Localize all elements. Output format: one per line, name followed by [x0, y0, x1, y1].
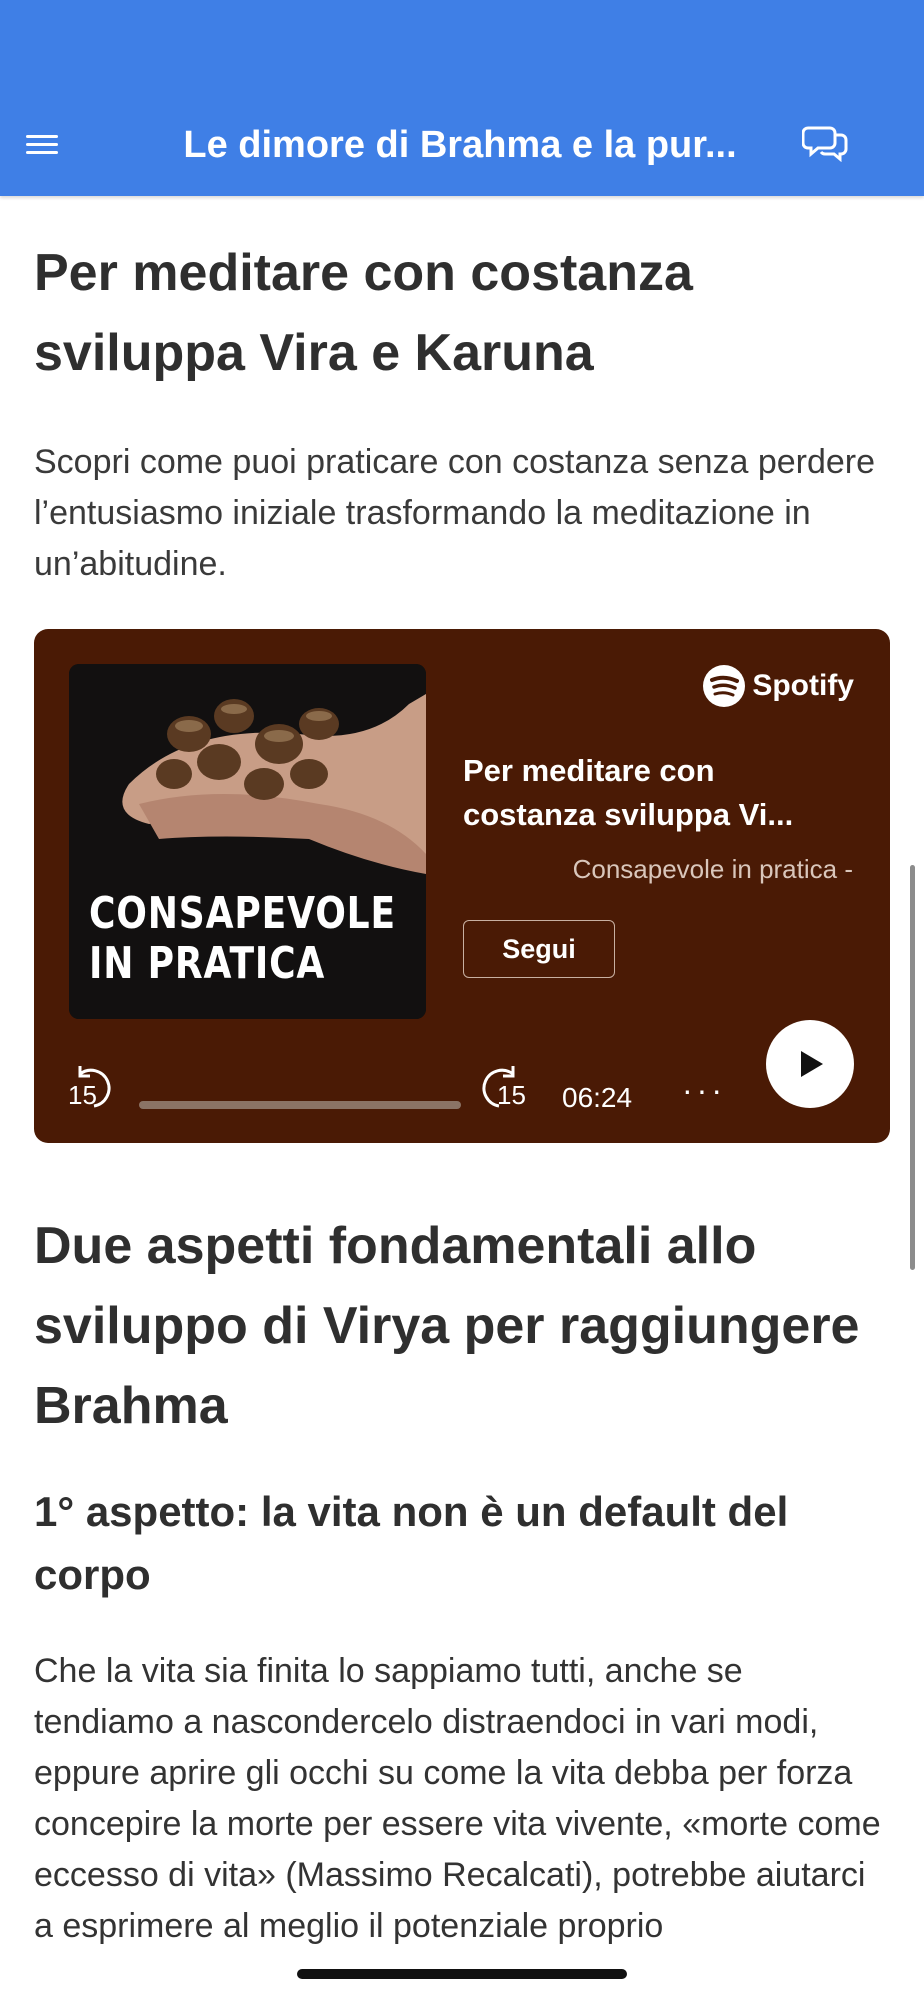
lead-paragraph: Scopri come puoi praticare con costanza … — [34, 443, 876, 583]
page-title: Le dimore di Brahma e la pur... — [183, 124, 737, 166]
podcast-cover-art[interactable]: CONSAPEVOLE IN PRATICA — [69, 664, 426, 1019]
scrollbar[interactable] — [910, 865, 915, 1270]
skip-back-button[interactable]: 15 — [68, 1064, 128, 1114]
body-paragraph: Che la vita sia finita lo sappiamo tutti… — [34, 1652, 881, 1945]
section-heading: Per meditare con costanza sviluppa Vira … — [34, 244, 693, 382]
section-heading-2: Due aspetti fondamentali allo sviluppo d… — [34, 1217, 860, 1435]
play-button[interactable] — [766, 1020, 854, 1108]
spotify-logo[interactable]: Spotify — [702, 664, 854, 708]
chat-icon[interactable] — [801, 122, 850, 163]
episode-title[interactable]: Per meditare con costanza sviluppa Vi... — [463, 749, 853, 837]
skip-forward-button[interactable]: 15 — [477, 1064, 537, 1114]
article-intro: Per meditare con costanza sviluppa Vira … — [34, 196, 890, 590]
menu-icon[interactable] — [22, 130, 62, 160]
article-body: Due aspetti fondamentali allo sviluppo d… — [34, 1205, 890, 1952]
follow-button[interactable]: Segui — [463, 920, 615, 978]
top-navigation-bar: Le dimore di Brahma e la pur... — [0, 0, 924, 196]
more-options-button[interactable]: ··· — [682, 1072, 726, 1109]
spotify-player: CONSAPEVOLE IN PRATICA Spotify Per medit… — [34, 629, 890, 1143]
skip-back-label: 15 — [68, 1080, 97, 1110]
cover-line-1: CONSAPEVOLE — [89, 888, 396, 939]
cover-line-2: IN PRATICA — [89, 938, 326, 989]
progress-bar[interactable] — [139, 1101, 461, 1109]
spotify-icon — [703, 665, 746, 707]
skip-forward-label: 15 — [497, 1080, 526, 1110]
play-icon — [801, 1051, 823, 1077]
spotify-wordmark: Spotify — [752, 669, 854, 702]
home-indicator[interactable] — [297, 1969, 627, 1979]
subsection-heading: 1° aspetto: la vita non è un default del… — [34, 1488, 789, 1598]
show-name[interactable]: Consapevole in pratica - — [463, 854, 853, 885]
cover-title: CONSAPEVOLE IN PRATICA — [89, 889, 396, 989]
episode-duration: 06:24 — [562, 1082, 633, 1113]
